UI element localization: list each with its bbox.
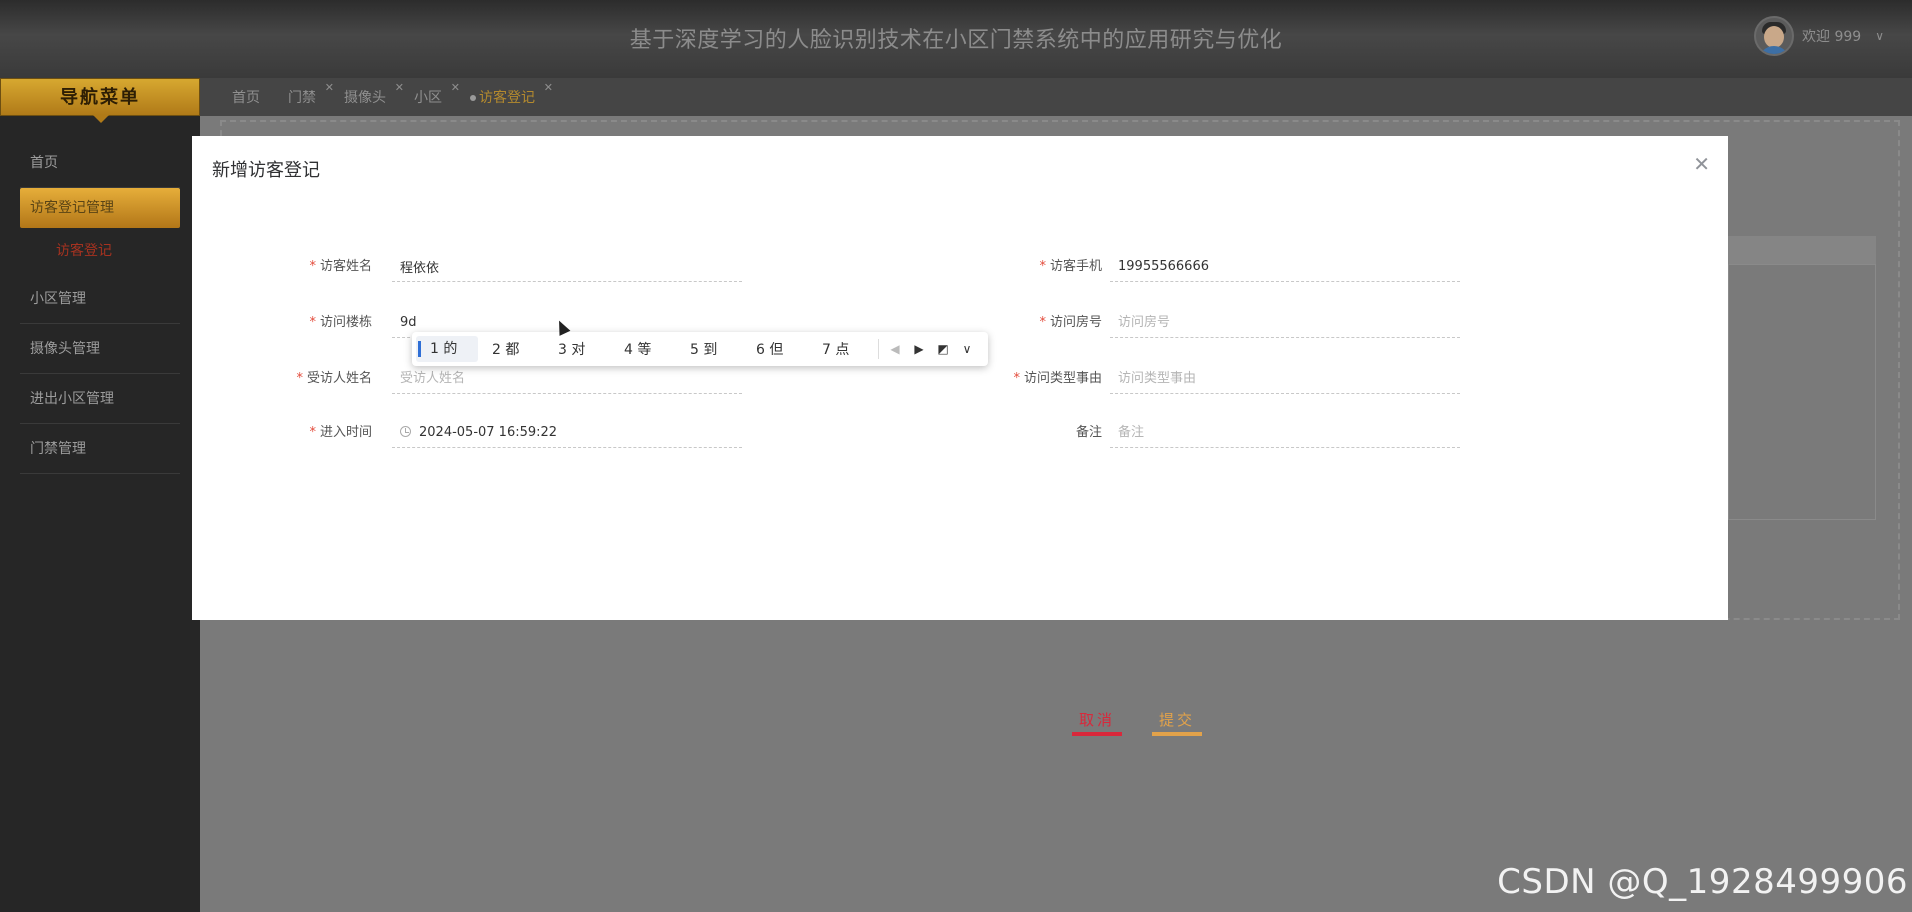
visitor-name-field[interactable]: [392, 252, 742, 282]
welcome-text: 欢迎 999: [1802, 29, 1862, 45]
ime-candidate[interactable]: 1 的: [416, 336, 478, 362]
reason-field[interactable]: [1110, 364, 1460, 394]
entry-time-picker[interactable]: 2024-05-07 16:59:22: [392, 418, 742, 448]
close-tab-icon[interactable]: ✕: [325, 81, 334, 94]
sidebar-item-visitor-management[interactable]: 访客登记管理: [20, 188, 180, 228]
tab-home[interactable]: 首页: [232, 87, 268, 107]
ime-candidate[interactable]: 7 点: [808, 339, 874, 359]
tab-community[interactable]: 小区 ✕: [414, 81, 460, 107]
ime-candidate[interactable]: 4 等: [610, 339, 676, 359]
chevron-down-icon[interactable]: ∨: [1875, 29, 1884, 43]
remark-input[interactable]: [1118, 418, 1460, 447]
close-icon[interactable]: ✕: [1693, 154, 1710, 174]
entry-time-value: 2024-05-07 16:59:22: [419, 425, 558, 440]
next-page-icon[interactable]: ▶: [907, 342, 931, 356]
tab-visitor-registration[interactable]: 访客登记 ✕: [470, 81, 553, 107]
submit-button[interactable]: 提交: [1152, 706, 1202, 736]
visitor-name-input[interactable]: [400, 252, 742, 280]
room-input[interactable]: [1118, 308, 1460, 337]
ime-candidate-bar: 1 的 2 都 3 对 4 等 5 到 6 但 7 点 ◀ ▶ ◩ ∨: [412, 332, 988, 366]
ime-candidate[interactable]: 5 到: [676, 339, 742, 359]
close-tab-icon[interactable]: ✕: [544, 81, 553, 94]
ime-separator: [878, 339, 879, 359]
host-name-field[interactable]: [392, 364, 742, 394]
sidebar-item-camera-management[interactable]: 摄像头管理: [20, 324, 180, 374]
sidebar-item-community-management[interactable]: 小区管理: [20, 274, 180, 324]
prev-page-icon[interactable]: ◀: [883, 342, 907, 356]
sidebar: 导航菜单 首页 访客登记管理 访客登记 小区管理 摄像头管理 进出小区管理 门禁…: [0, 78, 200, 912]
close-tab-icon[interactable]: ✕: [395, 81, 404, 94]
tab-bar: 首页 门禁 ✕ 摄像头 ✕ 小区 ✕ 访客登记 ✕: [200, 78, 1912, 116]
watermark: CSDN @Q_1928499906: [1497, 862, 1908, 902]
room-field[interactable]: [1110, 308, 1460, 338]
visitor-phone-label: * 访客手机: [1039, 259, 1102, 274]
sidebar-item-home[interactable]: 首页: [20, 138, 180, 188]
nav-menu-title: 导航菜单: [0, 78, 200, 123]
table-body-box: [1728, 264, 1876, 520]
reason-label: * 访问类型事由: [1013, 371, 1102, 386]
user-avatar-icon[interactable]: [1754, 16, 1795, 56]
nav-list: 首页 访客登记管理 访客登记 小区管理 摄像头管理 进出小区管理 门禁管理: [0, 138, 200, 474]
expand-candidates-icon[interactable]: ∨: [955, 342, 979, 356]
room-label: * 访问房号: [1039, 315, 1102, 330]
close-tab-icon[interactable]: ✕: [451, 81, 460, 94]
user-menu[interactable]: 欢迎 999 ∨: [1754, 16, 1884, 56]
visitor-phone-input[interactable]: [1118, 252, 1460, 281]
remark-label: 备注: [1075, 425, 1102, 440]
remark-field[interactable]: [1110, 418, 1460, 448]
ime-candidate[interactable]: 2 都: [478, 339, 544, 359]
tab-camera[interactable]: 摄像头 ✕: [344, 81, 404, 107]
app-header: 基于深度学习的人脸识别技术在小区门禁系统中的应用研究与优化 欢迎 999 ∨: [0, 0, 1912, 78]
table-header-band: [1728, 236, 1876, 264]
reason-input[interactable]: [1118, 364, 1460, 393]
sidebar-item-gate-management[interactable]: 门禁管理: [20, 424, 180, 474]
building-label: * 访问楼栋: [309, 315, 372, 330]
dialog-title: 新增访客登记: [212, 160, 320, 181]
host-name-input[interactable]: [400, 364, 742, 393]
ime-candidate[interactable]: 6 但: [742, 339, 808, 359]
entry-time-label: * 进入时间: [309, 425, 372, 440]
sidebar-subitem-visitor-registration[interactable]: 访客登记: [0, 228, 200, 274]
ime-candidate[interactable]: 3 对: [544, 339, 610, 359]
cancel-button[interactable]: 取消: [1072, 706, 1122, 736]
app-title: 基于深度学习的人脸识别技术在小区门禁系统中的应用研究与优化: [629, 28, 1283, 53]
visitor-phone-field[interactable]: [1110, 252, 1460, 282]
host-name-label: * 受访人姓名: [296, 371, 372, 386]
sidebar-item-access-log-management[interactable]: 进出小区管理: [20, 374, 180, 424]
clock-icon: [400, 426, 411, 437]
visitor-name-label: * 访客姓名: [309, 259, 372, 274]
tab-gate[interactable]: 门禁 ✕: [288, 81, 334, 107]
add-visitor-dialog: 新增访客登记 ✕ *访客姓名 *访客手机 *访问楼栋 *访问房号 *受访人姓名 …: [192, 136, 1728, 736]
active-dot-icon: [470, 95, 476, 101]
ime-skin-icon[interactable]: ◩: [931, 342, 955, 356]
